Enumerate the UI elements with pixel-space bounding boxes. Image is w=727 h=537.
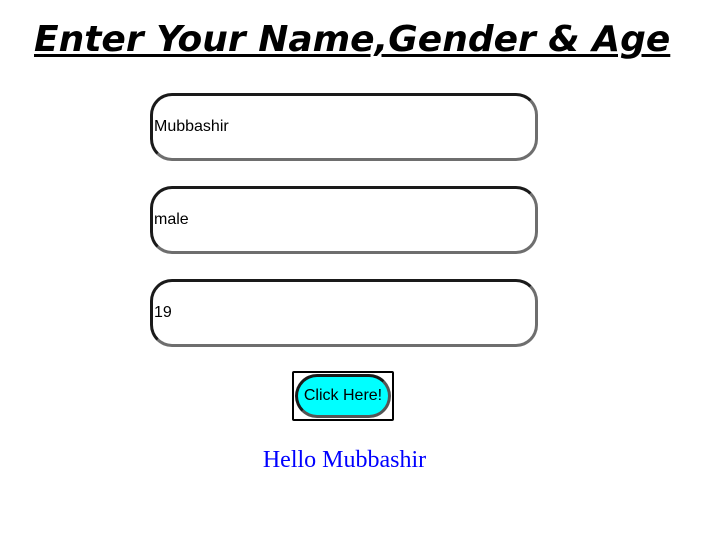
submit-button[interactable]: Click Here! (295, 374, 391, 418)
age-input[interactable] (150, 279, 538, 347)
greeting-message: Hello Mubbashir (262, 447, 427, 473)
page-title: Enter Your Name,Gender & Age (34, 19, 671, 60)
name-input[interactable] (150, 93, 538, 161)
page: Enter Your Name,Gender & Age Click Here!… (0, 0, 727, 537)
submit-button-frame: Click Here! (292, 371, 394, 421)
gender-input[interactable] (150, 186, 538, 254)
